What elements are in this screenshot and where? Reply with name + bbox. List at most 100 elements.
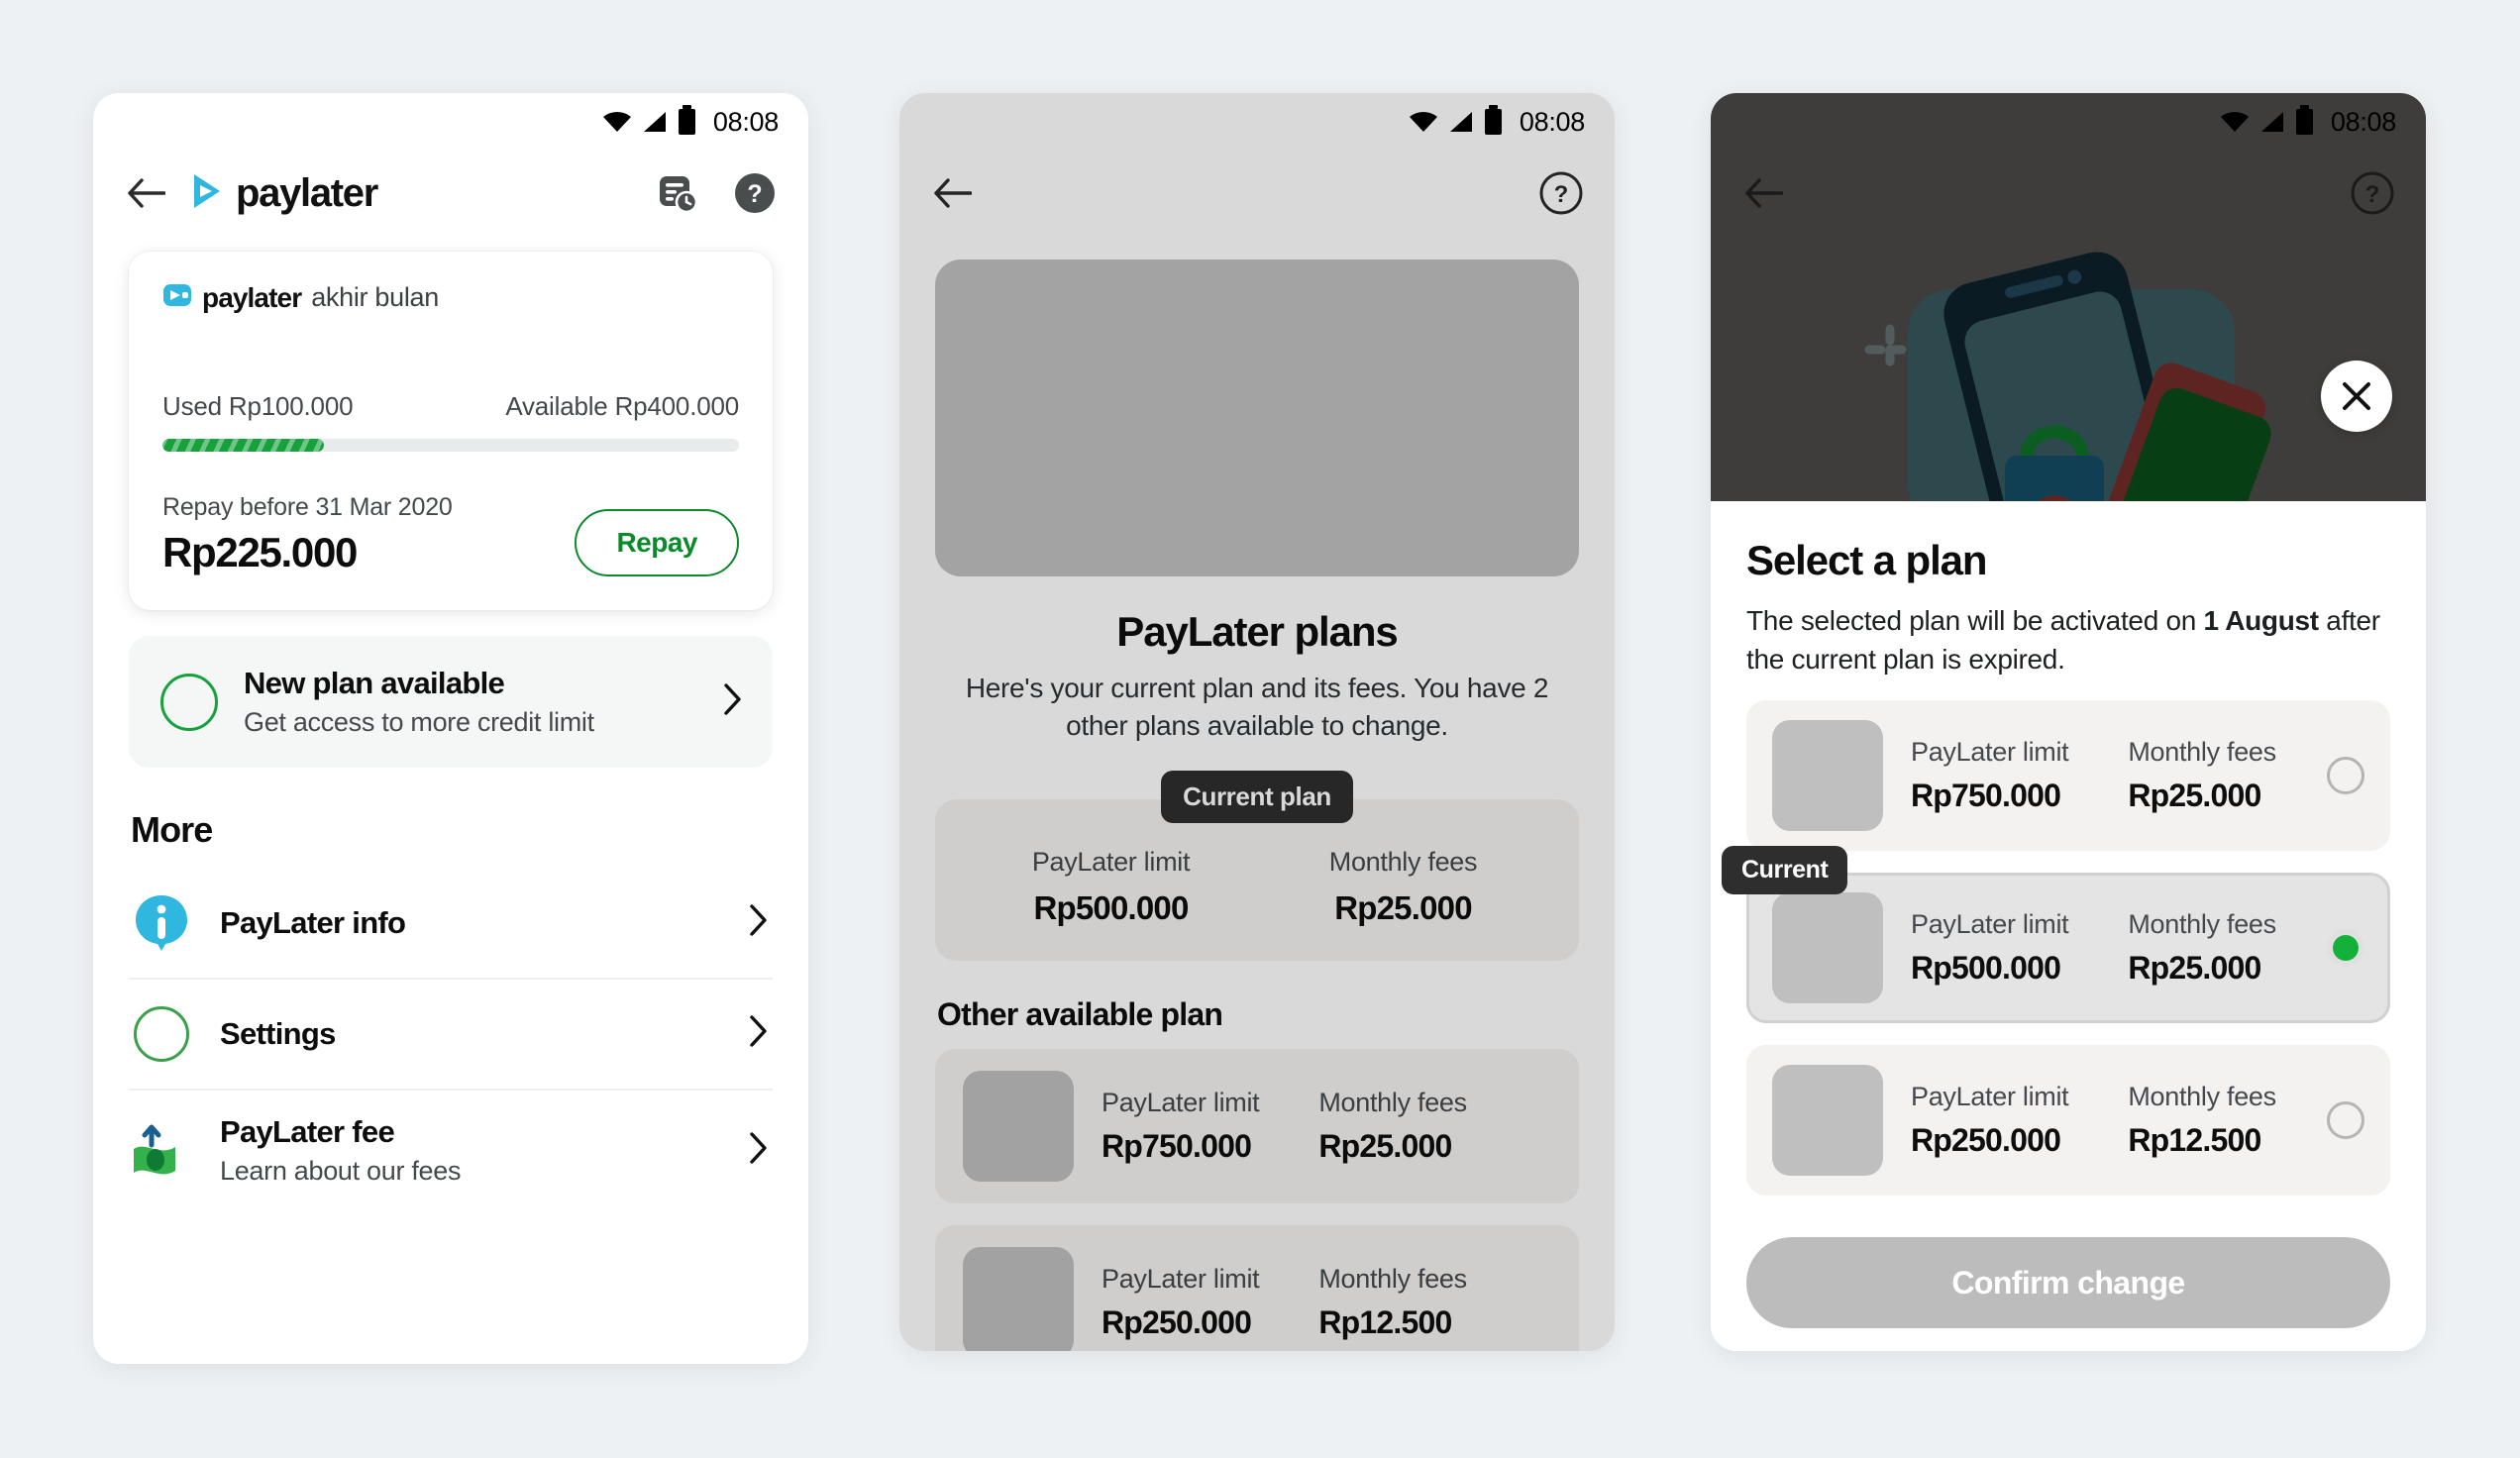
status-bar: 08:08: [899, 93, 1615, 151]
paylater-badge-icon: [162, 281, 192, 314]
new-plan-title: New plan available: [244, 666, 505, 700]
plan-fee: Monthly fees Rp25.000: [2128, 909, 2276, 987]
plan-fee: Monthly fees Rp25.000: [1318, 1087, 1467, 1165]
plan-thumbnail: [963, 1246, 1074, 1351]
other-plans-heading: Other available plan: [937, 995, 1223, 1032]
fee-label: Monthly fees: [1318, 1087, 1467, 1117]
plans-hero-dimmed: 08:08 ?: [1711, 93, 2426, 501]
plan-radio-unselected[interactable]: [2327, 1101, 2364, 1140]
fee-value: Rp12.500: [2128, 1122, 2261, 1159]
balance-card-brand: paylater: [202, 281, 302, 313]
page-subtitle: Here's your current plan and its fees. Y…: [965, 673, 1549, 741]
list-item[interactable]: PayLater limit Rp750.000 Monthly fees Rp…: [935, 1048, 1579, 1203]
close-x-icon[interactable]: [2321, 361, 2392, 432]
battery-icon: [2295, 105, 2313, 135]
sheet-title: Select a plan: [1746, 537, 1988, 583]
fee-label: Monthly fees: [1318, 1263, 1467, 1294]
new-plan-subtitle: Get access to more credit limit: [244, 707, 594, 737]
fee-value: Rp25.000: [1334, 888, 1472, 926]
signal-icon: [642, 111, 668, 133]
status-bar-time: 08:08: [1519, 106, 1585, 137]
repay-button[interactable]: Repay: [575, 509, 739, 576]
svg-text:?: ?: [747, 180, 762, 208]
plan-radio-selected[interactable]: [2327, 929, 2364, 968]
back-arrow-icon[interactable]: [927, 167, 979, 219]
transaction-history-icon[interactable]: [652, 167, 703, 219]
back-arrow-icon[interactable]: [1738, 167, 1790, 219]
paylater-info-title: PayLater info: [220, 905, 406, 940]
battery-icon: [678, 105, 695, 135]
chevron-right-icon: [749, 903, 769, 943]
brand-name: paylater: [236, 170, 378, 215]
plan-option-row[interactable]: PayLater limit Rp750.000 Monthly fees Rp…: [1746, 700, 2390, 852]
wifi-icon: [2220, 111, 2249, 133]
app-bar: paylater ?: [93, 151, 808, 236]
wifi-icon: [602, 111, 631, 133]
repay-amount-block: Repay before 31 Mar 2020 Rp225.000: [162, 493, 453, 576]
list-item[interactable]: PayLater limit Rp250.000 Monthly fees Rp…: [935, 1224, 1579, 1351]
plan-fee: Monthly fees Rp25.000: [2128, 737, 2276, 814]
limit-label: PayLater limit: [1911, 909, 2069, 940]
limit-label: PayLater limit: [1031, 846, 1191, 877]
balance-card: paylater akhir bulan Used Rp100.000 Avai…: [129, 252, 773, 610]
balance-card-plan-name: akhir bulan: [311, 282, 439, 312]
plan-radio-unselected[interactable]: [2327, 757, 2364, 795]
help-question-circle-icon[interactable]: ?: [2347, 167, 2398, 219]
limit-label: PayLater limit: [1911, 1082, 2069, 1112]
fee-value: Rp25.000: [2128, 950, 2261, 987]
limit-label: PayLater limit: [1102, 1263, 1260, 1294]
green-circle-icon: [160, 673, 218, 731]
confirm-change-button[interactable]: Confirm change: [1746, 1237, 2390, 1329]
plan-option-row-current[interactable]: Current PayLater limit Rp500.000 Monthly…: [1722, 846, 2390, 1024]
plan-thumbnail: [1772, 720, 1883, 832]
current-plan-badge-wrap: Current plan: [899, 770, 1615, 823]
desc-before: The selected plan will be activated on: [1746, 605, 2204, 636]
limit-value: Rp250.000: [1102, 1303, 1252, 1340]
plan-limit: PayLater limit Rp750.000: [1102, 1087, 1260, 1165]
plan-fee: Monthly fees Rp12.500: [1318, 1263, 1467, 1341]
limit-value: Rp750.000: [1911, 778, 2061, 814]
desc-date: 1 August: [2203, 605, 2319, 636]
status-bar-time: 08:08: [712, 106, 779, 137]
back-arrow-icon[interactable]: [121, 167, 172, 219]
plan-values: PayLater limit Rp750.000 Monthly fees Rp…: [1102, 1088, 1551, 1165]
limit-label: PayLater limit: [1911, 737, 2069, 768]
sidebar-item-settings[interactable]: Settings: [129, 978, 773, 1089]
usage-labels: Used Rp100.000 Available Rp400.000: [162, 391, 739, 422]
limit-value: Rp500.000: [1033, 888, 1189, 926]
plan-limit: PayLater limit Rp750.000: [1911, 737, 2069, 814]
status-bar-time: 08:08: [2330, 106, 2396, 137]
paylater-info-text: PayLater info: [220, 905, 721, 941]
signal-icon: [1448, 111, 1474, 133]
chevron-right-icon: [749, 1131, 769, 1171]
paylater-chevron-logo-icon: [190, 172, 224, 215]
current-plan-badge: Current plan: [1161, 770, 1353, 823]
fee-value: Rp25.000: [1318, 1127, 1452, 1164]
new-plan-available-row[interactable]: New plan available Get access to more cr…: [129, 636, 773, 768]
help-question-circle-icon[interactable]: ?: [1535, 167, 1587, 219]
paylater-info-icon: [131, 892, 192, 954]
used-amount-label: Used Rp100.000: [162, 391, 354, 421]
plans-hero-placeholder: [935, 260, 1579, 576]
help-question-icon[interactable]: ?: [729, 167, 781, 219]
plan-limit: PayLater limit Rp250.000: [1911, 1082, 2069, 1159]
status-bar-and-appbar: 08:08 ?: [1711, 93, 2426, 236]
current-plan-tag: Current: [1722, 846, 1848, 895]
phone-screen-select-plan: 08:08 ? Select a plan The selected plan …: [1711, 93, 2426, 1351]
fee-label: Monthly fees: [2128, 1082, 2276, 1112]
available-amount-label: Available Rp400.000: [505, 391, 739, 421]
plan-limit: PayLater limit Rp250.000: [1102, 1263, 1260, 1341]
plan-option-row[interactable]: PayLater limit Rp250.000 Monthly fees Rp…: [1746, 1045, 2390, 1197]
app-bar-actions: ?: [652, 167, 781, 219]
plan-values: PayLater limit Rp250.000 Monthly fees Rp…: [1102, 1264, 1551, 1341]
balance-card-header: paylater akhir bulan: [162, 281, 739, 314]
panel1-body: paylater akhir bulan Used Rp100.000 Avai…: [93, 252, 808, 1210]
fee-value: Rp25.000: [2128, 778, 2261, 814]
sidebar-item-paylater-info[interactable]: PayLater info: [129, 869, 773, 978]
paylater-fee-money-icon: [131, 1120, 192, 1182]
page-title: PayLater plans: [1116, 608, 1399, 655]
current-plan-card: PayLater limit Rp500.000 Monthly fees Rp…: [935, 798, 1579, 961]
fee-value: Rp12.500: [1318, 1303, 1452, 1340]
sidebar-item-paylater-fee[interactable]: PayLater fee Learn about our fees: [129, 1089, 773, 1210]
limit-label: PayLater limit: [1102, 1087, 1260, 1117]
